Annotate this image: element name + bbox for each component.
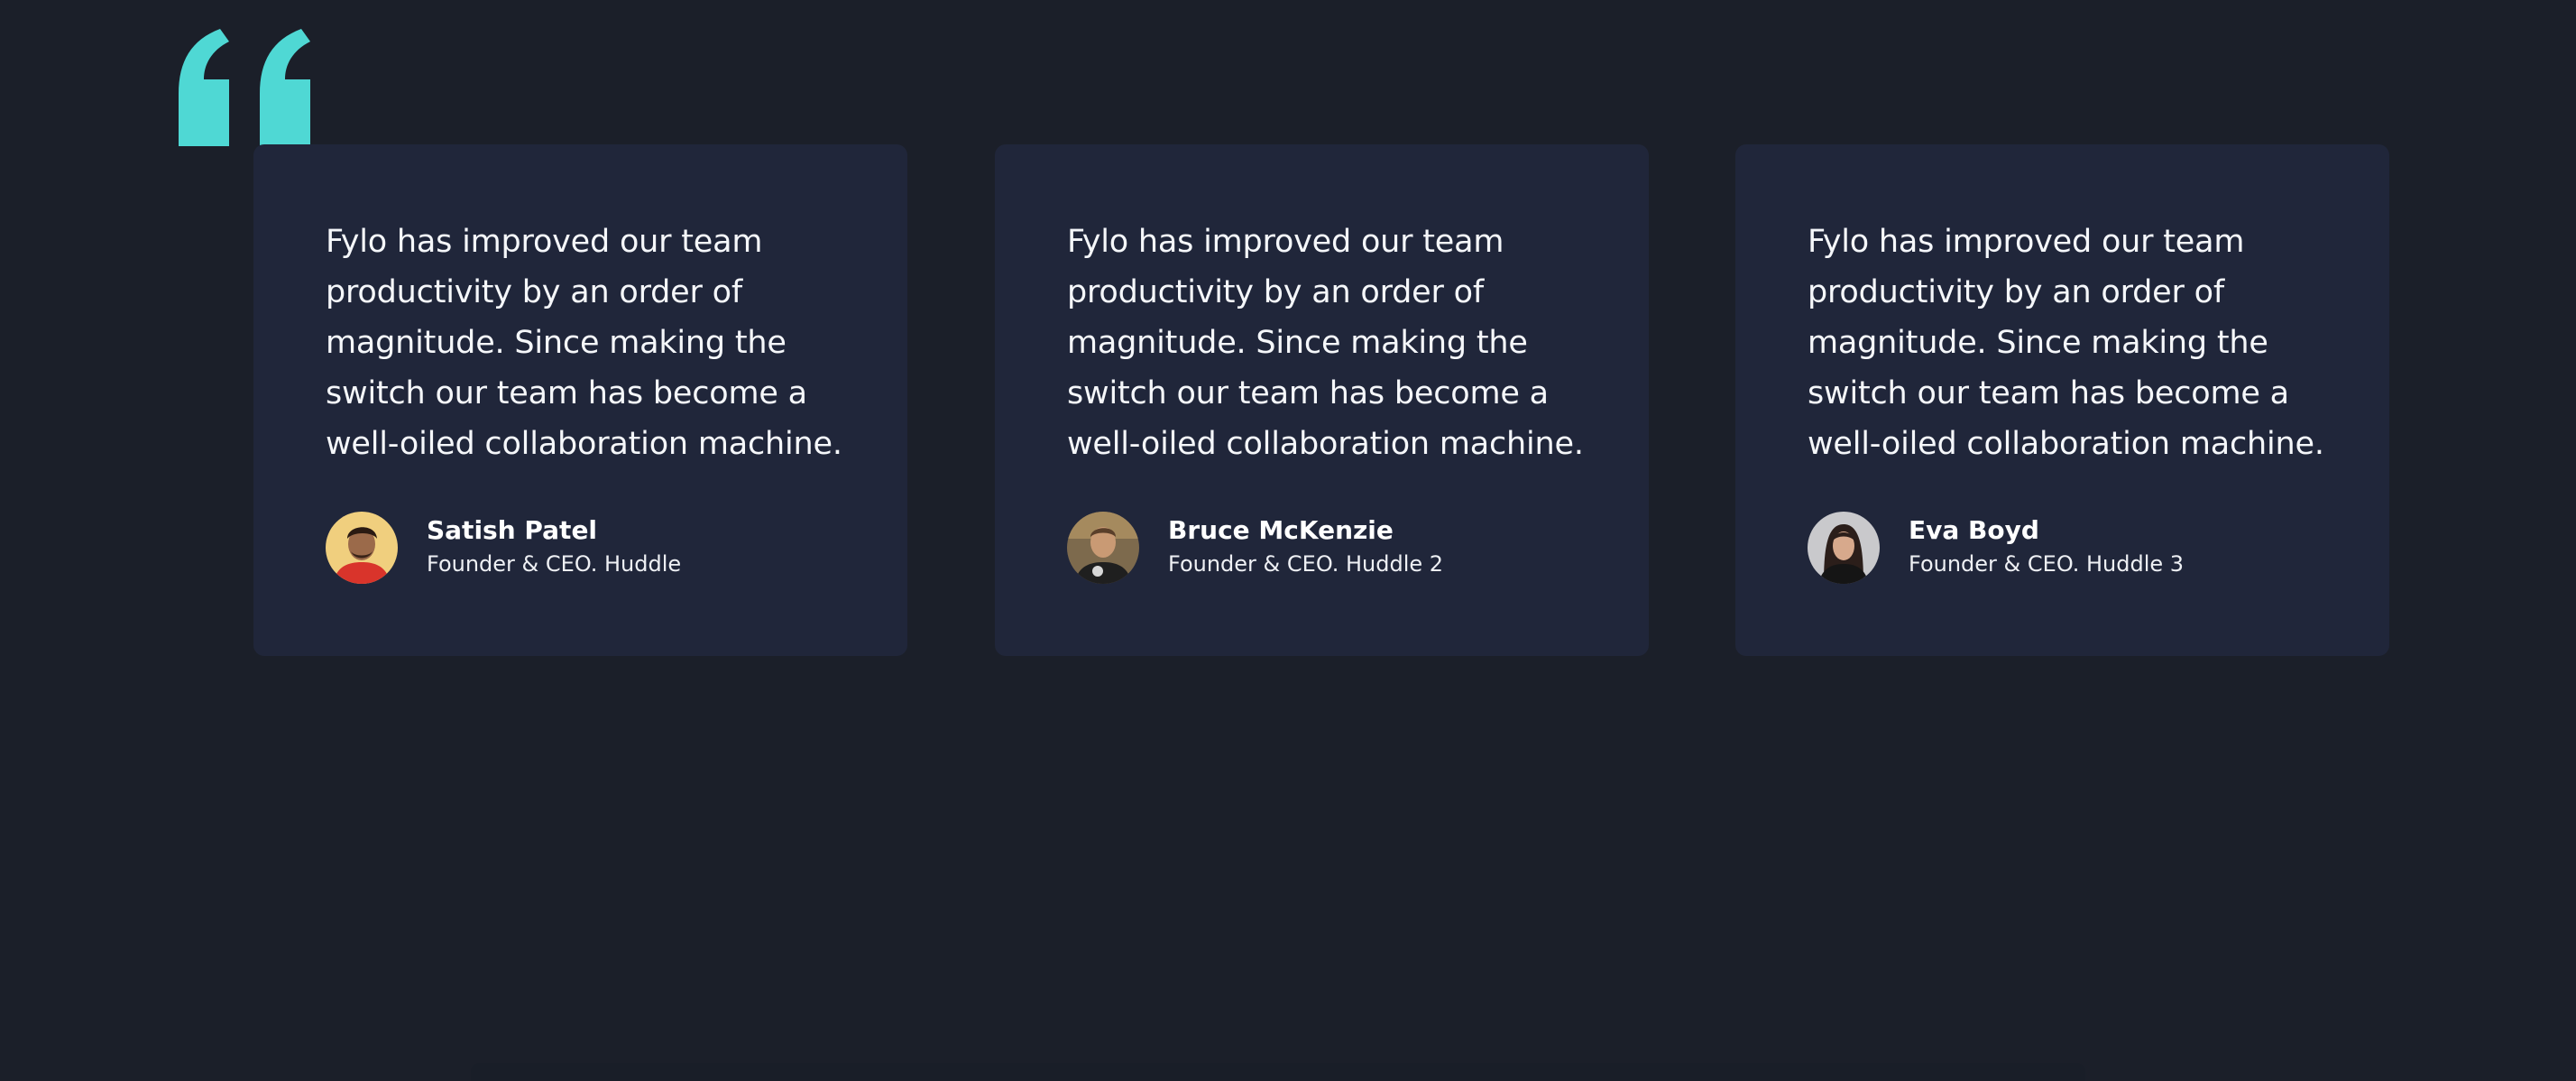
author-title: Founder & CEO. Huddle 3 (1909, 551, 2185, 577)
avatar (326, 512, 398, 584)
author-title: Founder & CEO. Huddle (427, 551, 682, 577)
testimonials-section: Fylo has improved our team productivity … (0, 0, 2576, 1081)
footer-top-edge (471, 1063, 2085, 1081)
testimonial-card: Fylo has improved our team productivity … (253, 144, 907, 656)
testimonial-quote: Fylo has improved our team productivity … (1808, 224, 2324, 462)
testimonial-cards: Fylo has improved our team productivity … (253, 144, 2389, 656)
author-name: Bruce McKenzie (1168, 515, 1394, 545)
avatar (1808, 512, 1880, 584)
quote-icon (179, 29, 310, 146)
testimonial-card: Fylo has improved our team productivity … (995, 144, 1649, 656)
avatar (1067, 512, 1139, 584)
testimonial-quote: Fylo has improved our team productivity … (326, 224, 842, 462)
author-title: Founder & CEO. Huddle 2 (1168, 551, 1444, 577)
testimonial-card: Fylo has improved our team productivity … (1735, 144, 2389, 656)
testimonial-quote: Fylo has improved our team productivity … (1067, 224, 1584, 462)
author-name: Satish Patel (427, 515, 598, 545)
author-name: Eva Boyd (1909, 515, 2039, 545)
